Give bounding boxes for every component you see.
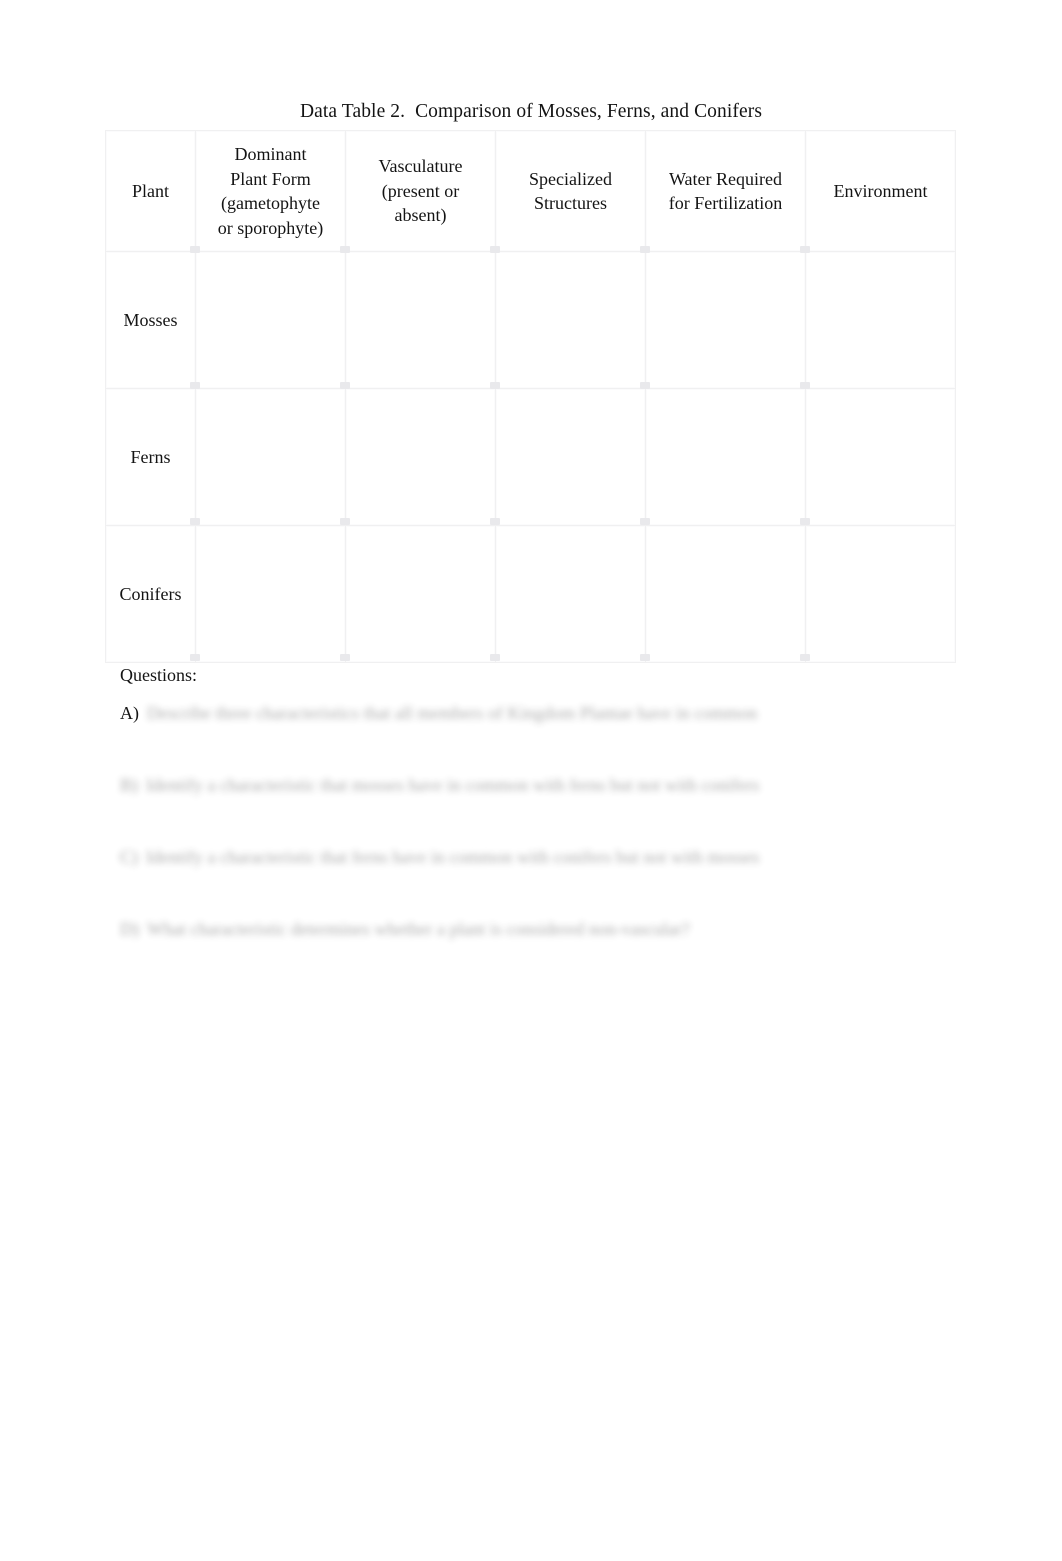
question-item-b: B) Identify a characteristic that mosses… [120, 772, 759, 798]
cell-conifers-specialized-structures[interactable] [495, 525, 646, 663]
column-header-plant: Plant [105, 130, 196, 252]
cell-mosses-dominant-plant-form[interactable] [195, 251, 346, 389]
page-title: Data Table 2. Comparison of Mosses, Fern… [299, 101, 763, 122]
question-item-d: D) What characteristic determines whethe… [120, 916, 690, 942]
cell-ferns-dominant-plant-form[interactable] [195, 388, 346, 526]
cell-conifers-vasculature[interactable] [345, 525, 496, 663]
question-marker-a: A) [120, 703, 139, 723]
row-label-ferns: Ferns [105, 388, 196, 526]
column-header-water-required-for-fertilization: Water Required for Fertilization [645, 130, 806, 252]
cell-ferns-environment[interactable] [805, 388, 956, 526]
column-header-environment: Environment [805, 130, 956, 252]
question-text-c: Identify a characteristic that ferns hav… [146, 847, 760, 867]
cell-mosses-environment[interactable] [805, 251, 956, 389]
column-header-dominant-plant-form: Dominant Plant Form (gametophyte or spor… [195, 130, 346, 252]
row-label-mosses: Mosses [105, 251, 196, 389]
question-marker-c: C) [120, 847, 138, 867]
question-text-b: Identify a characteristic that mosses ha… [146, 775, 760, 795]
row-label-conifers: Conifers [105, 525, 196, 663]
cell-ferns-vasculature[interactable] [345, 388, 496, 526]
table-row: Ferns [105, 388, 956, 526]
cell-mosses-water-required[interactable] [645, 251, 806, 389]
question-item-a: A) Describe three characteristics that a… [120, 700, 757, 726]
column-header-vasculature: Vasculature (present or absent) [345, 130, 496, 252]
cell-mosses-vasculature[interactable] [345, 251, 496, 389]
question-text-d: What characteristic determines whether a… [147, 919, 690, 939]
question-text-a: Describe three characteristics that all … [147, 703, 758, 723]
table-header-row: Plant Dominant Plant Form (gametophyte o… [105, 130, 956, 252]
cell-mosses-specialized-structures[interactable] [495, 251, 646, 389]
cell-conifers-dominant-plant-form[interactable] [195, 525, 346, 663]
question-item-c: C) Identify a characteristic that ferns … [120, 844, 759, 870]
column-header-specialized-structures: Specialized Structures [495, 130, 646, 252]
question-marker-b: B) [120, 775, 138, 795]
questions-heading: Questions: [120, 665, 198, 685]
data-table-2: Plant Dominant Plant Form (gametophyte o… [105, 130, 956, 663]
table-row: Mosses [105, 251, 956, 389]
question-marker-d: D) [120, 919, 139, 939]
cell-ferns-water-required[interactable] [645, 388, 806, 526]
table-row: Conifers [105, 525, 956, 663]
cell-conifers-water-required[interactable] [645, 525, 806, 663]
cell-ferns-specialized-structures[interactable] [495, 388, 646, 526]
document-page: Data Table 2. Comparison of Mosses, Fern… [0, 0, 1062, 1561]
cell-conifers-environment[interactable] [805, 525, 956, 663]
